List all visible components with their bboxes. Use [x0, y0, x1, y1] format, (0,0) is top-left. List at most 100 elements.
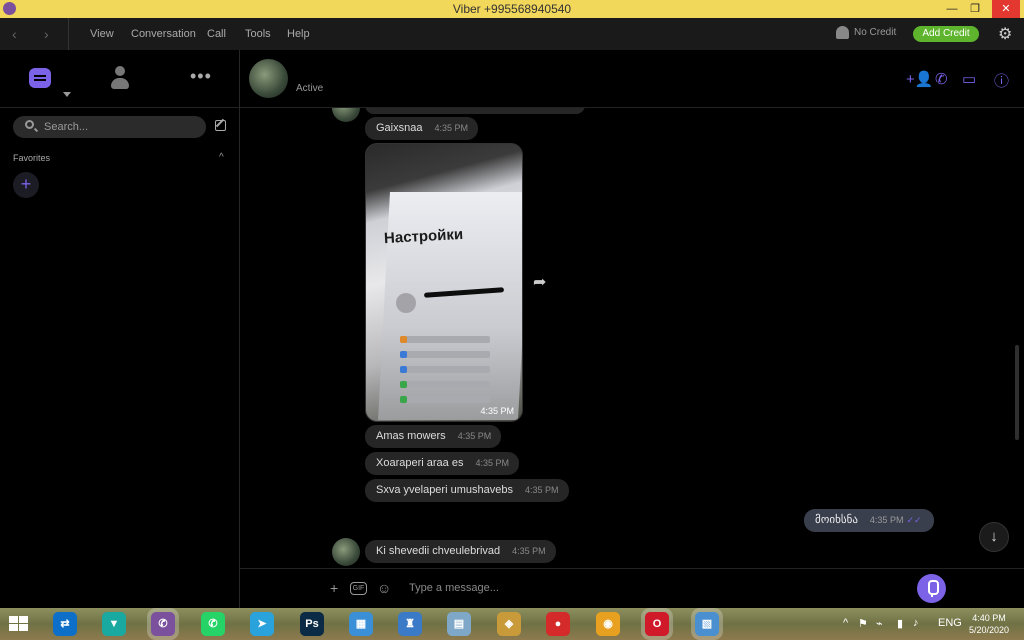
volume-icon[interactable]: ♪: [913, 617, 919, 629]
photo-settings-row: [400, 336, 490, 343]
search-placeholder: Search...: [44, 121, 89, 133]
add-credit-button[interactable]: Add Credit: [913, 26, 979, 42]
chevron-up-icon[interactable]: ^: [219, 152, 224, 163]
chats-icon[interactable]: [29, 68, 51, 88]
menu-separator: [68, 18, 69, 50]
photo-settings-row: [400, 381, 490, 388]
taskbar-app-photoshop[interactable]: Ps: [300, 612, 324, 636]
restore-button[interactable]: ❐: [963, 0, 987, 18]
message-time: 4:35 PM: [524, 485, 559, 495]
taskbar-app-image-viewer[interactable]: ▧: [695, 612, 719, 636]
sender-avatar: [332, 108, 360, 122]
photo-settings-row: [400, 351, 490, 358]
message-bubble[interactable]: Ki shevedii chveulebrivad 4:35 PM: [365, 540, 556, 563]
photo-message[interactable]: Настройки 4:35 PM: [365, 143, 523, 422]
video-call-icon[interactable]: ▭: [962, 70, 976, 88]
taskbar-app-control-panel[interactable]: ▦: [349, 612, 373, 636]
message-text: Gaixsnaa: [376, 122, 423, 134]
menu-bar: ‹ › View Conversation Call Tools Help No…: [0, 18, 1024, 50]
plus-icon[interactable]: +: [330, 580, 338, 596]
add-favorite-button[interactable]: +: [13, 172, 39, 198]
network-icon[interactable]: ▮: [897, 617, 903, 630]
photo-settings-row: [400, 396, 490, 403]
message-text: მოიხსნა: [815, 514, 858, 526]
message-bubble[interactable]: Sxva yvelaperi umushavebs 4:35 PM: [365, 479, 569, 502]
message-list: Gaixsnaa 4:35 PM Настройки 4:35 PM ➦ Amas…: [240, 108, 1024, 568]
message-text: Sxva yvelaperi umushavebs: [376, 484, 513, 496]
outgoing-message-bubble[interactable]: მოიხსნა 4:35 PM ✓✓: [804, 509, 934, 532]
menu-help[interactable]: Help: [287, 28, 310, 40]
message-time: 4:35 PM: [512, 546, 546, 556]
flag-icon[interactable]: ⚑: [858, 617, 868, 630]
message-bubble[interactable]: Xoaraperi araa es 4:35 PM: [365, 452, 519, 475]
menu-conversation[interactable]: Conversation: [131, 28, 196, 40]
info-icon[interactable]: ⓘ: [994, 70, 1009, 91]
tray-chevron-icon[interactable]: ^: [843, 617, 848, 629]
scrollbar[interactable]: [1015, 345, 1019, 440]
message-text: Xoaraperi araa es: [376, 457, 464, 469]
no-credit-label: No Credit: [854, 27, 897, 39]
sidebar-tabs: •••: [0, 50, 240, 108]
message-bubble[interactable]: Amas mowers 4:35 PM: [365, 425, 502, 448]
sender-avatar[interactable]: [332, 538, 360, 566]
search-icon: [25, 120, 34, 129]
message-time: 4:35 PM: [475, 458, 509, 468]
title-bar: Viber +995568940540 — ❐ ✕: [0, 0, 1024, 18]
forward-arrow-icon[interactable]: ›: [44, 26, 49, 42]
call-icon[interactable]: ✆: [935, 70, 948, 88]
microphone-button[interactable]: [917, 574, 946, 603]
taskbar-app-recorder[interactable]: ●: [546, 612, 570, 636]
close-button[interactable]: ✕: [992, 0, 1020, 18]
contact-status: Active: [296, 83, 324, 94]
add-participant-icon[interactable]: +👤: [906, 70, 933, 88]
favorites-label: Favorites: [13, 153, 51, 163]
photo-avatar-circle: [396, 293, 416, 313]
forward-icon[interactable]: ➦: [533, 272, 546, 292]
taskbar-app-security[interactable]: ♜: [398, 612, 422, 636]
sidebar: ••• Search... Favorites ^ +: [0, 50, 240, 608]
taskbar-app-chrome[interactable]: ◉: [596, 612, 620, 636]
no-credit-indicator[interactable]: No Credit: [836, 26, 896, 39]
account-icon: [836, 26, 849, 39]
clock[interactable]: 4:40 PM 5/20/2020: [960, 612, 1018, 636]
message-time: 4:35 PM: [869, 515, 904, 525]
clock-time: 4:40 PM: [972, 613, 1006, 623]
language-indicator[interactable]: ENG: [938, 617, 962, 629]
message-bubble-cut: [365, 108, 585, 114]
minimize-button[interactable]: —: [940, 0, 964, 18]
contact-avatar[interactable]: [249, 59, 288, 98]
new-chat-icon[interactable]: [215, 120, 226, 131]
taskbar-app-viber[interactable]: ✆: [151, 612, 175, 636]
search-input[interactable]: Search...: [13, 116, 206, 138]
windows-start-icon[interactable]: [9, 616, 29, 632]
more-icon[interactable]: •••: [190, 66, 212, 87]
usb-icon[interactable]: ⌁: [876, 617, 883, 630]
taskbar-app-telegram[interactable]: ➤: [250, 612, 274, 636]
taskbar-app-installer[interactable]: ◈: [497, 612, 521, 636]
menu-call[interactable]: Call: [207, 28, 226, 40]
message-composer: + GIF ☺ Type a message...: [240, 568, 1024, 608]
back-arrow-icon[interactable]: ‹: [12, 26, 17, 42]
message-input[interactable]: Type a message...: [409, 582, 499, 594]
menu-tools[interactable]: Tools: [245, 28, 271, 40]
photo-settings-row: [400, 366, 490, 373]
gif-icon[interactable]: GIF: [350, 582, 367, 595]
taskbar-app-opera[interactable]: O: [645, 612, 669, 636]
gear-icon[interactable]: ⚙: [998, 24, 1012, 44]
photo-time: 4:35 PM: [480, 406, 514, 416]
message-time: 4:35 PM: [457, 431, 492, 441]
sticker-icon[interactable]: ☺: [377, 580, 391, 596]
contacts-icon[interactable]: [110, 66, 130, 90]
taskbar-app-whatsapp[interactable]: ✆: [201, 612, 225, 636]
scroll-down-button[interactable]: ↓: [979, 522, 1009, 552]
taskbar-app-teamviewer[interactable]: ⇄: [53, 612, 77, 636]
taskbar-app-calculator[interactable]: ▤: [447, 612, 471, 636]
clock-date: 5/20/2020: [968, 625, 1010, 635]
taskbar-app-vpn[interactable]: ▼: [102, 612, 126, 636]
window-title: Viber +995568940540: [452, 2, 572, 16]
message-bubble[interactable]: Gaixsnaa 4:35 PM: [365, 117, 479, 140]
chat-header: Active +👤 ✆ ▭ ⓘ: [240, 50, 1024, 108]
chats-dropdown-icon[interactable]: [63, 92, 71, 97]
read-ticks-icon: ✓✓: [906, 515, 922, 525]
menu-view[interactable]: View: [90, 28, 114, 40]
